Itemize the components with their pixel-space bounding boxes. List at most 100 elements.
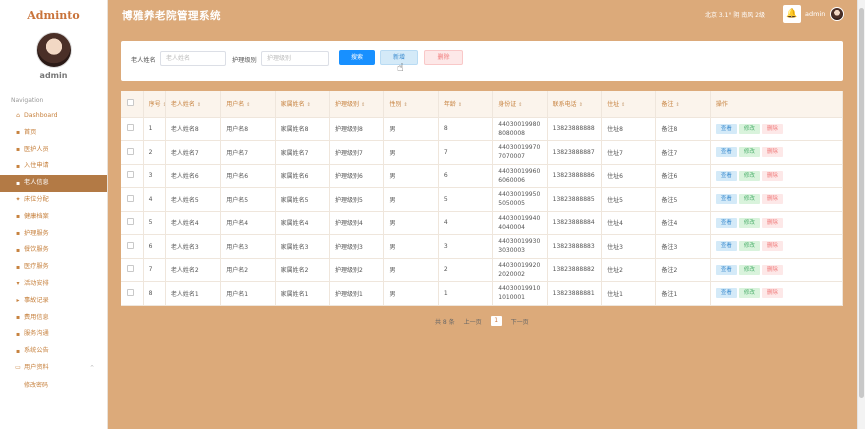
edit-button[interactable]: 修改: [738, 194, 760, 205]
column-header[interactable]: 家属姓名 ⇕: [275, 91, 331, 118]
column-header[interactable]: 备注 ⇕: [655, 91, 711, 118]
row-checkbox[interactable]: [127, 194, 134, 202]
scrollbar-thumb[interactable]: [859, 8, 864, 398]
search-button[interactable]: 搜索: [339, 50, 375, 65]
header-avatar[interactable]: [830, 7, 844, 21]
sidebar-item-14[interactable]: ▪ 系统公告: [0, 343, 107, 360]
care-level-input[interactable]: 护理级别: [261, 51, 329, 66]
cell-level: 护理级别3: [329, 234, 385, 259]
view-button[interactable]: 查看: [715, 147, 737, 158]
column-header[interactable]: 护理级别 ⇕: [329, 91, 385, 118]
view-button[interactable]: 查看: [715, 123, 737, 134]
edit-button[interactable]: 修改: [738, 170, 760, 181]
row-select-cell[interactable]: [121, 117, 144, 141]
header-username[interactable]: admin: [805, 10, 825, 18]
delete-button[interactable]: 删除: [761, 264, 783, 275]
edit-button[interactable]: 修改: [738, 147, 760, 158]
sidebar-item-9[interactable]: ▪ 医疗服务: [0, 259, 107, 276]
row-select-cell[interactable]: [121, 234, 144, 259]
column-header[interactable]: 年龄 ⇕: [438, 91, 494, 118]
edit-button[interactable]: 修改: [738, 217, 760, 228]
column-header[interactable]: 住址 ⇕: [601, 91, 657, 118]
sort-icon[interactable]: ⇕: [579, 102, 583, 108]
row-select-cell[interactable]: [121, 187, 144, 212]
row-checkbox[interactable]: [127, 124, 134, 132]
cell-no: 5: [143, 211, 166, 235]
sidebar-item-11[interactable]: ▸ 事故记录: [0, 293, 107, 310]
delete-button[interactable]: 删除: [761, 241, 783, 252]
sidebar-item-5[interactable]: ✦ 床位分配: [0, 192, 107, 209]
row-select-cell[interactable]: [121, 164, 144, 188]
view-button[interactable]: 查看: [715, 194, 737, 205]
cell-address: 住址1: [601, 281, 657, 306]
sidebar-item-10[interactable]: ▾ 活动安排: [0, 276, 107, 293]
select-all-checkbox[interactable]: [127, 99, 134, 107]
row-checkbox[interactable]: [127, 147, 134, 155]
column-header[interactable]: 性别 ⇕: [383, 91, 439, 118]
view-button[interactable]: 查看: [715, 241, 737, 252]
sort-icon[interactable]: ⇕: [676, 102, 680, 108]
edit-button[interactable]: 修改: [738, 123, 760, 134]
edit-button[interactable]: 修改: [738, 241, 760, 252]
sidebar-item-12[interactable]: ▪ 费用信息: [0, 310, 107, 327]
sort-icon[interactable]: ⇕: [197, 102, 201, 108]
delete-button[interactable]: 删除: [761, 194, 783, 205]
view-button[interactable]: 查看: [715, 264, 737, 275]
column-header[interactable]: 老人姓名 ⇕: [165, 91, 222, 118]
sort-icon[interactable]: ⇕: [458, 102, 462, 108]
page-number-button[interactable]: 1: [490, 316, 502, 326]
table-header-row: 序号⇕老人姓名⇕用户名⇕家属姓名⇕护理级别⇕性别⇕年龄⇕身份证⇕联系电话⇕住址⇕…: [121, 91, 844, 118]
sidebar-item-3[interactable]: ▪ 入住申请: [0, 158, 107, 175]
row-checkbox[interactable]: [127, 218, 134, 226]
delete-button[interactable]: 删除: [761, 147, 783, 158]
column-header[interactable]: 身份证 ⇕: [492, 91, 548, 118]
elder-name-input[interactable]: 老人姓名: [160, 51, 226, 66]
bell-icon[interactable]: 🔔: [783, 5, 801, 23]
select-all-cell[interactable]: [121, 91, 144, 118]
delete-button[interactable]: 删除: [761, 123, 783, 134]
row-checkbox[interactable]: [127, 171, 134, 179]
view-button[interactable]: 查看: [715, 170, 737, 181]
view-button[interactable]: 查看: [715, 288, 737, 299]
delete-button[interactable]: 删除: [761, 288, 783, 299]
pin-icon: ▾: [16, 280, 20, 288]
next-page-button[interactable]: 下一页: [511, 317, 529, 326]
sidebar-item-15[interactable]: ▭ 用户资料 ⌃: [0, 360, 107, 377]
sidebar-item-4[interactable]: ▪ 老人信息: [0, 175, 107, 192]
row-checkbox[interactable]: [127, 288, 134, 296]
column-header[interactable]: 用户名 ⇕: [220, 91, 276, 118]
sidebar-item-13[interactable]: ▪ 服务沟通: [0, 326, 107, 343]
row-select-cell[interactable]: [121, 140, 144, 165]
row-select-cell[interactable]: [121, 211, 144, 235]
brand-logo[interactable]: Adminto: [0, 9, 107, 22]
edit-button[interactable]: 修改: [738, 288, 760, 299]
edit-button[interactable]: 修改: [738, 264, 760, 275]
cell-age: 1: [438, 281, 494, 306]
column-header[interactable]: 序号⇕: [143, 91, 166, 118]
delete-button[interactable]: 删除: [761, 217, 783, 228]
sort-icon[interactable]: ⇕: [361, 102, 365, 108]
sidebar-item-7[interactable]: ▪ 护理服务: [0, 226, 107, 243]
row-select-cell[interactable]: [121, 281, 144, 306]
sidebar-item-8[interactable]: ▪ 餐饮服务: [0, 242, 107, 259]
sidebar-item-2[interactable]: ▪ 医护人员: [0, 142, 107, 159]
sidebar-item-1[interactable]: ▪ 首页: [0, 125, 107, 142]
sort-icon[interactable]: ⇕: [518, 102, 522, 108]
cell-name: 老人姓名1: [165, 281, 222, 306]
column-header[interactable]: 联系电话 ⇕: [547, 91, 603, 118]
row-checkbox[interactable]: [127, 241, 134, 249]
scrollbar[interactable]: [857, 0, 865, 429]
prev-page-button[interactable]: 上一页: [464, 317, 482, 326]
batch-delete-button[interactable]: 删除: [424, 50, 463, 65]
sort-icon[interactable]: ⇕: [403, 102, 407, 108]
sidebar-item-0[interactable]: ⌂ Dashboard: [0, 108, 107, 125]
sort-icon[interactable]: ⇕: [621, 102, 625, 108]
sort-icon[interactable]: ⇕: [246, 102, 250, 108]
view-button[interactable]: 查看: [715, 217, 737, 228]
delete-button[interactable]: 删除: [761, 170, 783, 181]
row-select-cell[interactable]: [121, 258, 144, 282]
sort-icon[interactable]: ⇕: [307, 102, 311, 108]
sidebar-subitem-change-password[interactable]: 修改密码: [0, 377, 107, 395]
sidebar-item-6[interactable]: ▪ 健康档案: [0, 209, 107, 226]
row-checkbox[interactable]: [127, 265, 134, 273]
